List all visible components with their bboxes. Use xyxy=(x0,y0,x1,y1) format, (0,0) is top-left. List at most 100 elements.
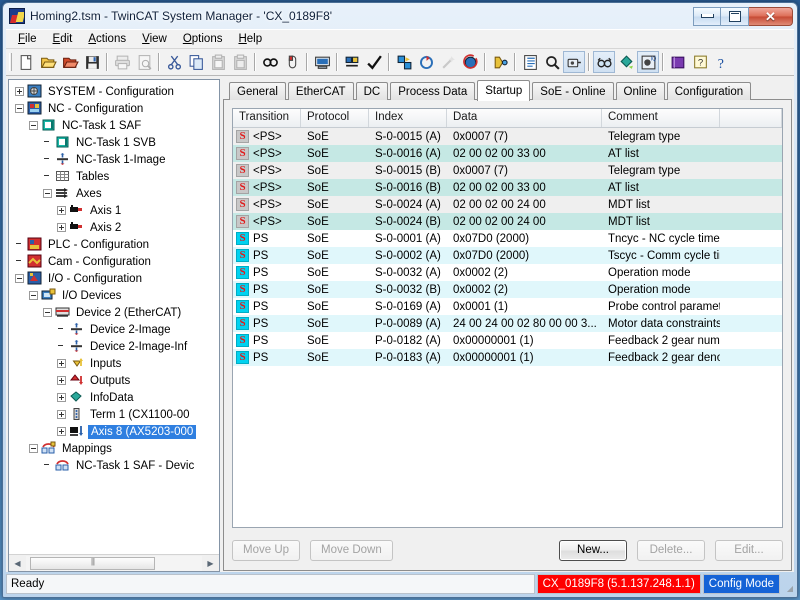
restart-twincat-icon[interactable] xyxy=(459,51,481,73)
expand-icon[interactable] xyxy=(57,206,66,215)
tree-item-inputs[interactable]: Inputs xyxy=(11,355,219,372)
tab-configuration[interactable]: Configuration xyxy=(666,82,752,100)
table-row[interactable]: S PS SoE S-0-0032 (B) 0x0002 (2) Operation mo… xyxy=(233,281,782,298)
tab-dc[interactable]: DC xyxy=(355,82,389,100)
check-config-icon[interactable] xyxy=(363,51,385,73)
collapse-icon[interactable] xyxy=(29,291,38,300)
column-header-transition[interactable]: Transition xyxy=(233,109,301,127)
properties-icon[interactable] xyxy=(519,51,541,73)
tree-item-i-o-configuration[interactable]: I/O - Configuration xyxy=(11,270,219,287)
table-row[interactable]: S PS SoE S-0-0001 (A) 0x07D0 (2000) Tncyc - N… xyxy=(233,230,782,247)
delete-button[interactable]: Delete... xyxy=(637,539,705,561)
new-button[interactable]: New... xyxy=(559,539,627,561)
menu-item-file[interactable]: File xyxy=(10,31,45,47)
tree-item-cam-configuration[interactable]: Cam - Configuration xyxy=(11,253,219,270)
menu-item-help[interactable]: Help xyxy=(230,31,270,47)
manual-icon[interactable] xyxy=(667,51,689,73)
tab-general[interactable]: General xyxy=(229,82,286,100)
tree-item-nc-task-1-saf-devic[interactable]: NC-Task 1 SAF - Devic xyxy=(11,457,219,474)
save-icon[interactable] xyxy=(81,51,103,73)
table-row[interactable]: S <PS> SoE S-0-0016 (B) 02 00 02 00 33 00 AT … xyxy=(233,179,782,196)
activate-config-icon[interactable] xyxy=(341,51,363,73)
new-icon[interactable] xyxy=(15,51,37,73)
tab-startup[interactable]: Startup xyxy=(477,80,531,101)
about-box-icon[interactable]: ? xyxy=(689,51,711,73)
collapse-icon[interactable] xyxy=(43,189,52,198)
mouse-icon[interactable] xyxy=(281,51,303,73)
column-header-protocol[interactable]: Protocol xyxy=(301,109,369,127)
scroll-track[interactable] xyxy=(26,555,202,571)
collapse-icon[interactable] xyxy=(43,308,52,317)
table-row[interactable]: S <PS> SoE S-0-0016 (A) 02 00 02 00 33 00 AT … xyxy=(233,145,782,162)
column-header-data[interactable]: Data xyxy=(447,109,602,127)
online-icon[interactable]: IQ xyxy=(637,51,659,73)
tree-item-nc-task-1-saf[interactable]: NC-Task 1 SAF xyxy=(11,117,219,134)
table-row[interactable]: S PS SoE P-0-0182 (A) 0x00000001 (1) Feedback… xyxy=(233,332,782,349)
info-data-icon[interactable] xyxy=(615,51,637,73)
choose-target-icon[interactable] xyxy=(311,51,333,73)
minimize-button[interactable] xyxy=(693,6,721,26)
column-header-comment[interactable]: Comment xyxy=(602,109,720,127)
collapse-icon[interactable] xyxy=(15,274,24,283)
toggle-free-run-icon[interactable] xyxy=(489,51,511,73)
menu-item-edit[interactable]: Edit xyxy=(45,31,81,47)
tree-horizontal-scrollbar[interactable]: ◀ ▶ xyxy=(9,554,219,571)
table-row[interactable]: S PS SoE S-0-0032 (A) 0x0002 (2) Operation mo… xyxy=(233,264,782,281)
menu-item-actions[interactable]: Actions xyxy=(80,31,134,47)
tab-ethercat[interactable]: EtherCAT xyxy=(287,82,354,100)
tree-item-nc-configuration[interactable]: NC - Configuration xyxy=(11,100,219,117)
close-button[interactable]: ✕ xyxy=(749,6,793,26)
table-row[interactable]: S <PS> SoE S-0-0024 (B) 02 00 02 00 24 00 MDT… xyxy=(233,213,782,230)
table-row[interactable]: S PS SoE P-0-0089 (A) 24 00 24 00 02 80 00 0… xyxy=(233,315,782,332)
startup-grid[interactable]: Transition Protocol Index Data Comment S <PS>… xyxy=(232,108,783,528)
tree-item-tables[interactable]: Tables xyxy=(11,168,219,185)
tree-item-nc-task-1-svb[interactable]: NC-Task 1 SVB xyxy=(11,134,219,151)
table-row[interactable]: S <PS> SoE S-0-0015 (A) 0x0007 (7) Telegram t… xyxy=(233,128,782,145)
expand-icon[interactable] xyxy=(57,223,66,232)
tree-item-plc-configuration[interactable]: PLC - Configuration xyxy=(11,236,219,253)
tree-item-axis-1[interactable]: Axis 1 xyxy=(11,202,219,219)
tree-item-nc-task-1-image[interactable]: NC-Task 1-Image xyxy=(11,151,219,168)
move-down-button[interactable]: Move Down xyxy=(310,539,393,561)
tree-item-infodata[interactable]: InfoData xyxy=(11,389,219,406)
tree-item-device-2-ethercat[interactable]: Device 2 (EtherCAT) xyxy=(11,304,219,321)
watch-icon[interactable] xyxy=(593,51,615,73)
tree-item-axis-8-ax5203-000[interactable]: Axis 8 (AX5203-000 xyxy=(11,423,219,440)
tree-item-device-2-image[interactable]: Device 2-Image xyxy=(11,321,219,338)
resize-grip-icon[interactable]: ◢ xyxy=(780,574,794,594)
tab-soe-online[interactable]: SoE - Online xyxy=(532,82,614,100)
reload-devices-icon[interactable] xyxy=(415,51,437,73)
table-row[interactable]: S <PS> SoE S-0-0024 (A) 02 00 02 00 24 00 MDT… xyxy=(233,196,782,213)
tree-item-system-configuration[interactable]: SYSTEM - Configuration xyxy=(11,83,219,100)
configuration-tree[interactable]: SYSTEM - Configuration NC - Configuration… xyxy=(9,80,219,554)
edit-button[interactable]: Edit... xyxy=(715,539,783,561)
tab-online[interactable]: Online xyxy=(615,82,665,100)
expand-icon[interactable] xyxy=(57,359,66,368)
find-icon[interactable] xyxy=(259,51,281,73)
expand-icon[interactable] xyxy=(57,376,66,385)
table-row[interactable]: S PS SoE S-0-0169 (A) 0x0001 (1) Probe contro… xyxy=(233,298,782,315)
scroll-right-icon[interactable]: ▶ xyxy=(202,556,219,571)
collapse-icon[interactable] xyxy=(29,444,38,453)
move-up-button[interactable]: Move Up xyxy=(232,539,301,561)
table-row[interactable]: S <PS> SoE S-0-0015 (B) 0x0007 (7) Telegram t… xyxy=(233,162,782,179)
zoom-icon[interactable] xyxy=(541,51,563,73)
copy-icon[interactable] xyxy=(185,51,207,73)
table-row[interactable]: S PS SoE S-0-0002 (A) 0x07D0 (2000) Tscyc - C… xyxy=(233,247,782,264)
open-alt-icon[interactable] xyxy=(59,51,81,73)
toolbar-grip[interactable] xyxy=(9,53,12,71)
tree-item-outputs[interactable]: Outputs xyxy=(11,372,219,389)
expand-icon[interactable] xyxy=(57,410,66,419)
column-header-index[interactable]: Index xyxy=(369,109,447,127)
tab-process-data[interactable]: Process Data xyxy=(390,82,476,100)
expand-icon[interactable] xyxy=(15,87,24,96)
expand-icon[interactable] xyxy=(57,393,66,402)
tree-item-axes[interactable]: Axes xyxy=(11,185,219,202)
collapse-icon[interactable] xyxy=(29,121,38,130)
scroll-left-icon[interactable]: ◀ xyxy=(9,556,26,571)
restore-button[interactable] xyxy=(721,6,749,26)
open-icon[interactable] xyxy=(37,51,59,73)
expand-icon[interactable] xyxy=(57,427,66,436)
cut-icon[interactable] xyxy=(163,51,185,73)
menu-item-view[interactable]: View xyxy=(134,31,175,47)
